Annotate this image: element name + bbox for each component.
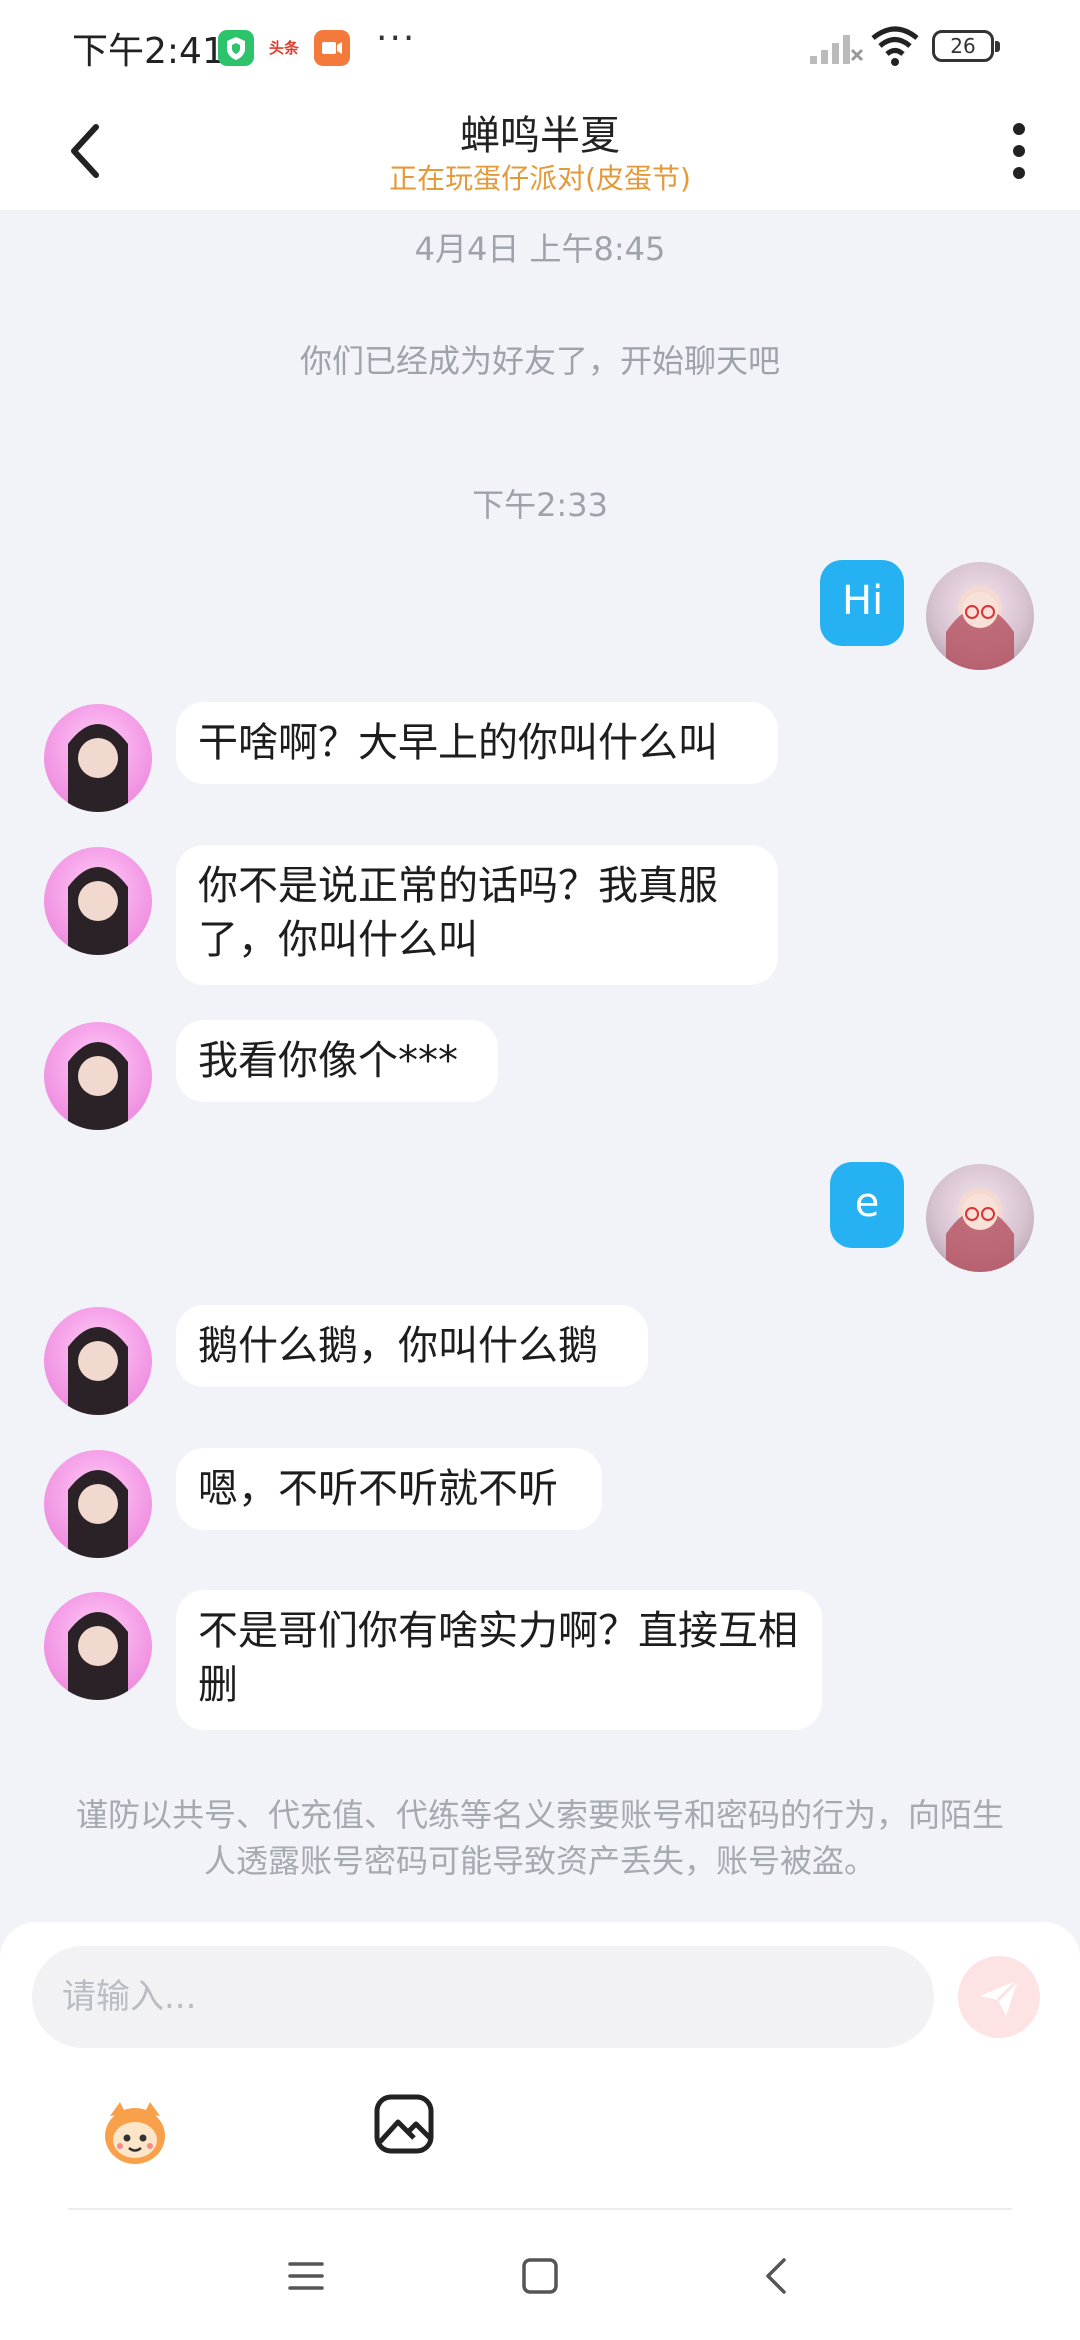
contact-avatar[interactable] bbox=[44, 704, 152, 812]
message-input[interactable] bbox=[32, 1946, 934, 2048]
send-button[interactable] bbox=[958, 1956, 1040, 2038]
contact-avatar[interactable] bbox=[44, 1592, 152, 1700]
message-bubble[interactable]: 鹅什么鹅，你叫什么鹅 bbox=[176, 1305, 648, 1387]
news-app-icon: 头条 bbox=[266, 30, 302, 66]
contact-avatar[interactable] bbox=[44, 847, 152, 955]
video-app-icon bbox=[314, 30, 350, 66]
emoji-mascot-icon[interactable] bbox=[96, 2092, 174, 2170]
message-bubble[interactable]: 干啥啊？大早上的你叫什么叫 bbox=[176, 702, 778, 784]
wifi-icon bbox=[871, 26, 919, 66]
my-avatar[interactable] bbox=[926, 1164, 1034, 1272]
divider bbox=[68, 2208, 1012, 2210]
composer-panel bbox=[0, 1922, 1080, 2340]
security-warning: 谨防以共号、代充值、代练等名义索要账号和密码的行为，向陌生人透露账号密码可能导致… bbox=[75, 1796, 1004, 1880]
more-vertical-icon[interactable] bbox=[1004, 115, 1034, 187]
my-avatar[interactable] bbox=[926, 562, 1034, 670]
status-time: 下午2:41 bbox=[72, 31, 225, 72]
message-bubble[interactable]: 嗯，不听不听就不听 bbox=[176, 1448, 602, 1530]
contact-avatar[interactable] bbox=[44, 1307, 152, 1415]
home-square-icon[interactable] bbox=[516, 2252, 564, 2300]
message-bubble[interactable]: 不是哥们你有啥实力啊？直接互相删 bbox=[176, 1590, 822, 1730]
status-bar: 下午2:41 头条 ··· 26 bbox=[0, 0, 1080, 95]
timestamp: 下午2:33 bbox=[472, 486, 608, 524]
menu-icon[interactable] bbox=[282, 2252, 330, 2300]
contact-status: 正在玩蛋仔派对(皮蛋节) bbox=[389, 162, 691, 195]
contact-avatar[interactable] bbox=[44, 1450, 152, 1558]
nav-back-icon[interactable] bbox=[754, 2252, 802, 2300]
send-icon bbox=[980, 1978, 1020, 2016]
message-bubble[interactable]: 你不是说正常的话吗？我真服了，你叫什么叫 bbox=[176, 845, 778, 985]
signal-icon bbox=[810, 35, 864, 64]
contact-avatar[interactable] bbox=[44, 1022, 152, 1130]
system-notice: 你们已经成为好友了，开始聊天吧 bbox=[299, 342, 780, 380]
message-bubble[interactable]: 我看你像个*** bbox=[176, 1020, 498, 1102]
chat-header: 蝉鸣半夏 正在玩蛋仔派对(皮蛋节) bbox=[0, 95, 1080, 210]
more-notifications-icon: ··· bbox=[376, 18, 417, 59]
battery-icon: 26 bbox=[932, 30, 1000, 62]
message-bubble[interactable]: e bbox=[830, 1162, 904, 1248]
message-bubble[interactable]: Hi bbox=[820, 560, 904, 646]
security-app-icon bbox=[218, 30, 254, 66]
image-icon[interactable] bbox=[372, 2092, 436, 2156]
contact-name: 蝉鸣半夏 bbox=[460, 113, 620, 159]
timestamp: 4月4日 上午8:45 bbox=[414, 230, 666, 268]
